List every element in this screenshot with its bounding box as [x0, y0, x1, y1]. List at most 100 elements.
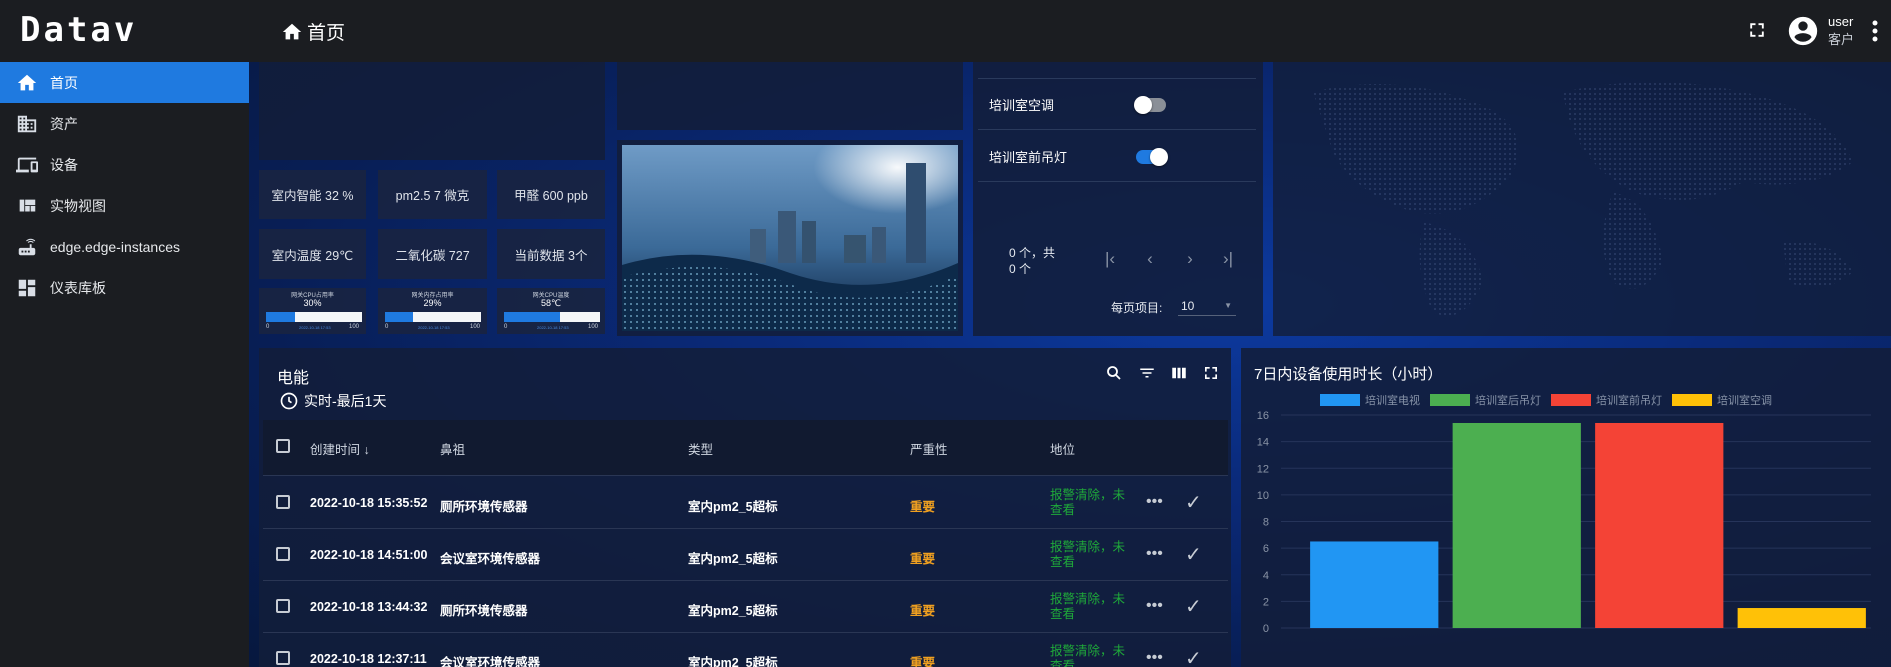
gauge-timestamp: 2022-10-18 17:53 — [537, 325, 569, 330]
metric-tile: pm2.5 7 微克 — [378, 170, 487, 219]
metric-label: 二氧化碳 727 — [395, 248, 470, 263]
sidebar-item-label: 实物视图 — [50, 197, 106, 214]
metric-tile: 室内智能 32 % — [259, 170, 366, 219]
metric-label: pm2.5 7 微克 — [395, 189, 470, 203]
gauge-max: 100 — [348, 324, 359, 330]
sidebar-item-dashboards[interactable]: 仪表库板 — [0, 267, 249, 308]
column-header-type[interactable]: 类型 — [688, 439, 713, 458]
widget-panel-image — [617, 140, 963, 336]
y-tick-label: 14 — [1257, 437, 1269, 449]
fullscreen-icon[interactable] — [1748, 21, 1766, 39]
search-icon[interactable] — [1105, 364, 1123, 382]
cell-originator: 厕所环境传感器 — [440, 500, 528, 514]
switch-row: 培训室前吊灯 — [978, 131, 1256, 182]
user-info[interactable]: user 客户 — [1828, 13, 1854, 49]
metric-label: 当前数据 3个 — [514, 248, 588, 263]
gauge-min: 0 — [266, 324, 270, 330]
cell-status: 报警清除，未 查看 — [1050, 488, 1134, 518]
filter-icon[interactable] — [1138, 364, 1156, 382]
user-name: user — [1828, 14, 1854, 29]
columns-icon[interactable] — [1170, 364, 1188, 382]
widget-panel-map — [1273, 62, 1891, 336]
bar-4[interactable] — [1737, 608, 1866, 628]
sidebar-item-devices[interactable]: 设备 — [0, 144, 249, 185]
y-tick-label: 16 — [1257, 410, 1269, 422]
row-checkbox[interactable] — [276, 599, 290, 613]
chevron-down-icon: ▼ — [1224, 301, 1232, 310]
gauge-value: 29% — [423, 298, 442, 308]
more-horiz-icon[interactable]: ••• — [1146, 597, 1163, 615]
cell-type: 室内pm2_5超标 — [688, 552, 778, 566]
last-page-icon[interactable]: ›| — [1218, 249, 1238, 269]
bar-chart: 0 2 4 6 8 10 12 14 16 — [1257, 410, 1871, 635]
more-horiz-icon[interactable]: ••• — [1146, 649, 1163, 667]
per-page-label: 每页项目: — [1111, 301, 1163, 315]
account-circle-icon[interactable] — [1786, 14, 1820, 48]
cell-status: 报警清除，未 查看 — [1050, 540, 1134, 570]
status-line: 报警清除，未 — [1050, 540, 1126, 554]
bar-1[interactable] — [1310, 541, 1439, 628]
status-line: 查看 — [1050, 555, 1076, 569]
per-page-select[interactable]: 10 ▼ — [1178, 296, 1236, 316]
first-page-icon[interactable]: |‹ — [1100, 249, 1120, 269]
toggle-switch[interactable] — [1134, 96, 1166, 114]
cell-status: 报警清除，未 查看 — [1050, 592, 1134, 622]
cell-type: 室内pm2_5超标 — [688, 500, 778, 514]
gauge-fill — [385, 312, 413, 322]
switch-row: 培训室空调 — [978, 79, 1256, 130]
gauge-widget: 网关CPU温度 58℃ 0 2022-10-18 17:53 100 — [497, 288, 605, 334]
world-map-dots — [1313, 82, 1853, 316]
gauge-widget: 网关CPU占用率 30% 0 2022-10-18 17:53 100 — [259, 288, 366, 334]
chevron-left-icon[interactable]: ‹ — [1140, 249, 1160, 269]
home-icon — [282, 23, 302, 39]
column-header-severity[interactable]: 严重性 — [910, 439, 948, 458]
sidebar-item-assets[interactable]: 资产 — [0, 103, 249, 144]
gauge-min: 0 — [385, 324, 389, 330]
fullscreen-icon[interactable] — [1203, 365, 1219, 381]
dashboard-icon — [18, 279, 36, 296]
pager-range: 0 个，共 0 个 — [1009, 245, 1055, 277]
row-checkbox[interactable] — [276, 547, 290, 561]
table-row[interactable]: 2022-10-18 15:35:52 厕所环境传感器 室内pm2_5超标 重要… — [263, 477, 1228, 529]
more-horiz-icon[interactable]: ••• — [1146, 493, 1163, 511]
table-row[interactable]: 2022-10-18 13:44:32 厕所环境传感器 室内pm2_5超标 重要… — [263, 581, 1228, 633]
check-icon[interactable]: ✓ — [1185, 646, 1202, 667]
gauge-timestamp: 2022-10-18 17:53 — [418, 325, 450, 330]
check-icon[interactable]: ✓ — [1185, 542, 1202, 567]
switch-label: 培训室空调 — [989, 97, 1055, 113]
sidebar-item-entity-view[interactable]: 实物视图 — [0, 185, 249, 226]
timewindow[interactable]: 实时-最后1天 — [279, 391, 386, 411]
column-header-created-time[interactable]: 创建时间 ↓ — [310, 439, 370, 458]
cell-originator: 厕所环境传感器 — [440, 604, 528, 618]
row-checkbox[interactable] — [276, 495, 290, 509]
sidebar-item-edge-instances[interactable]: edge.edge-instances — [0, 226, 249, 267]
bar-2[interactable] — [1452, 422, 1581, 628]
more-horiz-icon[interactable]: ••• — [1146, 545, 1163, 563]
gauge-min: 0 — [504, 324, 508, 330]
status-line: 查看 — [1050, 503, 1076, 517]
row-checkbox[interactable] — [276, 651, 290, 665]
chevron-right-icon[interactable]: › — [1180, 249, 1200, 269]
bar-3[interactable] — [1595, 422, 1724, 628]
breadcrumb[interactable]: 首页 — [281, 18, 345, 45]
app-logo[interactable]: Datav — [20, 10, 137, 50]
select-all-checkbox[interactable] — [276, 439, 290, 453]
metric-label: 室内温度 29℃ — [271, 248, 354, 263]
table-row[interactable]: 2022-10-18 12:37:11 会议室环境传感器 室内pm2_5超标 重… — [263, 633, 1228, 667]
status-line: 报警清除，未 — [1050, 488, 1126, 502]
column-header-originator[interactable]: 鼻祖 — [440, 439, 465, 458]
pager-count-line2: 0 个 — [1009, 262, 1032, 276]
check-icon[interactable]: ✓ — [1185, 594, 1202, 619]
building-icon — [17, 115, 37, 132]
pager-count-line1: 0 个，共 — [1009, 246, 1056, 260]
sidebar-item-home[interactable]: 首页 — [0, 62, 249, 103]
toggle-switch[interactable] — [1136, 148, 1168, 166]
table-row[interactable]: 2022-10-18 14:51:00 会议室环境传感器 室内pm2_5超标 重… — [263, 529, 1228, 581]
more-vert-icon[interactable] — [1872, 20, 1878, 42]
check-icon[interactable]: ✓ — [1185, 490, 1202, 515]
metric-label: 室内智能 32 % — [271, 189, 354, 203]
column-header-status[interactable]: 地位 — [1050, 439, 1075, 458]
breadcrumb-label: 首页 — [307, 23, 346, 44]
gauge-value: 58℃ — [540, 298, 562, 308]
metric-tile: 甲醛 600 ppb — [497, 170, 605, 219]
